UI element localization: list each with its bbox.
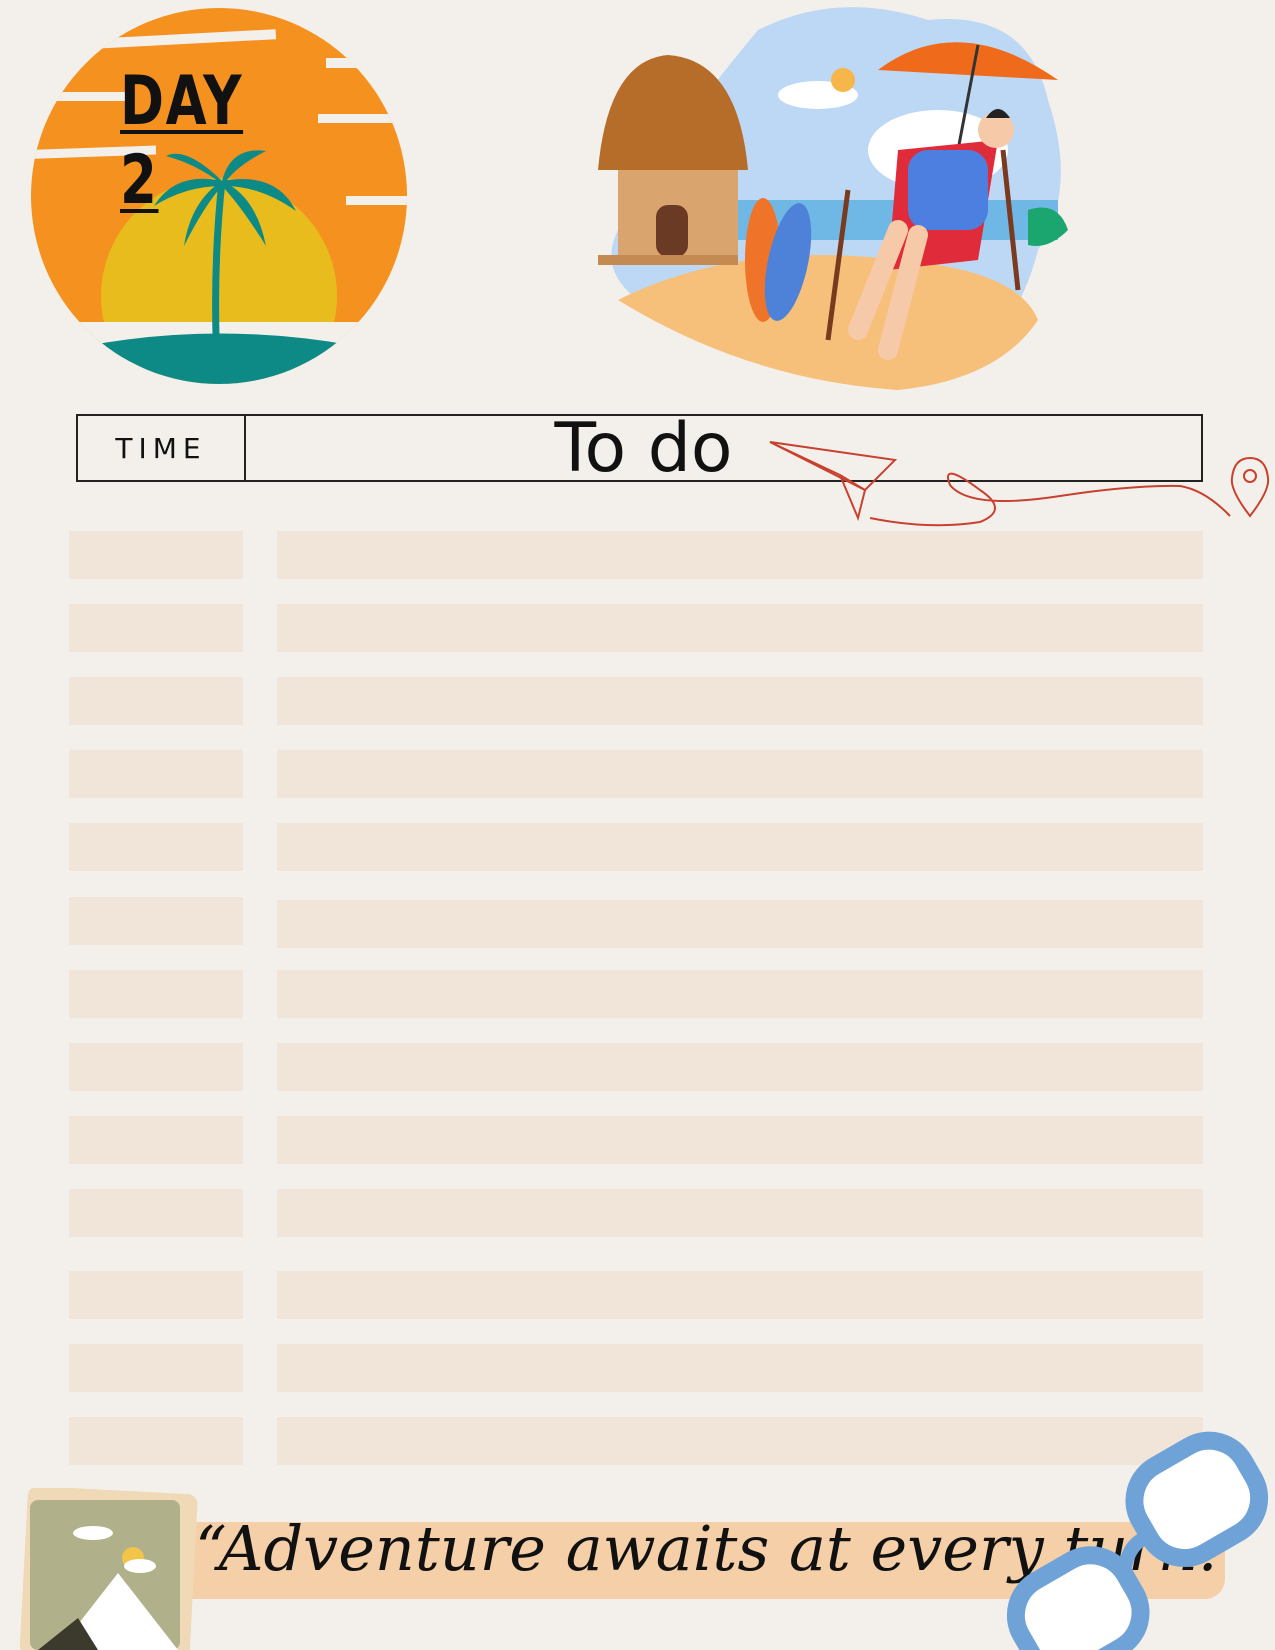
task-slot[interactable] (277, 604, 1203, 652)
time-slot[interactable] (69, 1116, 243, 1164)
mountain-photo-card-icon (19, 1488, 198, 1650)
time-column-header: TIME (78, 416, 246, 480)
map-pin-icon (1230, 456, 1270, 518)
task-slot[interactable] (277, 970, 1203, 1018)
task-slot[interactable] (277, 1344, 1203, 1392)
time-slot[interactable] (69, 1344, 243, 1392)
paper-plane-route (769, 441, 1270, 527)
time-slot[interactable] (69, 897, 243, 945)
day-title: DAY 2 (120, 62, 244, 220)
beach-scene-illustration (598, 7, 1068, 390)
time-slot[interactable] (69, 970, 243, 1018)
time-slot[interactable] (69, 677, 243, 725)
time-slot[interactable] (69, 750, 243, 798)
task-slot[interactable] (277, 900, 1203, 948)
task-slot[interactable] (277, 677, 1203, 725)
sunglasses-icon (1006, 1431, 1269, 1650)
time-slot[interactable] (69, 604, 243, 652)
time-slot[interactable] (69, 1271, 243, 1319)
task-slot[interactable] (277, 1271, 1203, 1319)
task-slot[interactable] (277, 1116, 1203, 1164)
paper-plane-icon (769, 441, 898, 522)
task-slot[interactable] (277, 1043, 1203, 1091)
task-slot[interactable] (277, 750, 1203, 798)
task-slot[interactable] (277, 823, 1203, 871)
time-slot[interactable] (69, 823, 243, 871)
task-slot[interactable] (277, 531, 1203, 579)
time-slot[interactable] (69, 1417, 243, 1465)
task-slot[interactable] (277, 1189, 1203, 1237)
time-slot[interactable] (69, 531, 243, 579)
time-slot[interactable] (69, 1189, 243, 1237)
time-slot[interactable] (69, 1043, 243, 1091)
